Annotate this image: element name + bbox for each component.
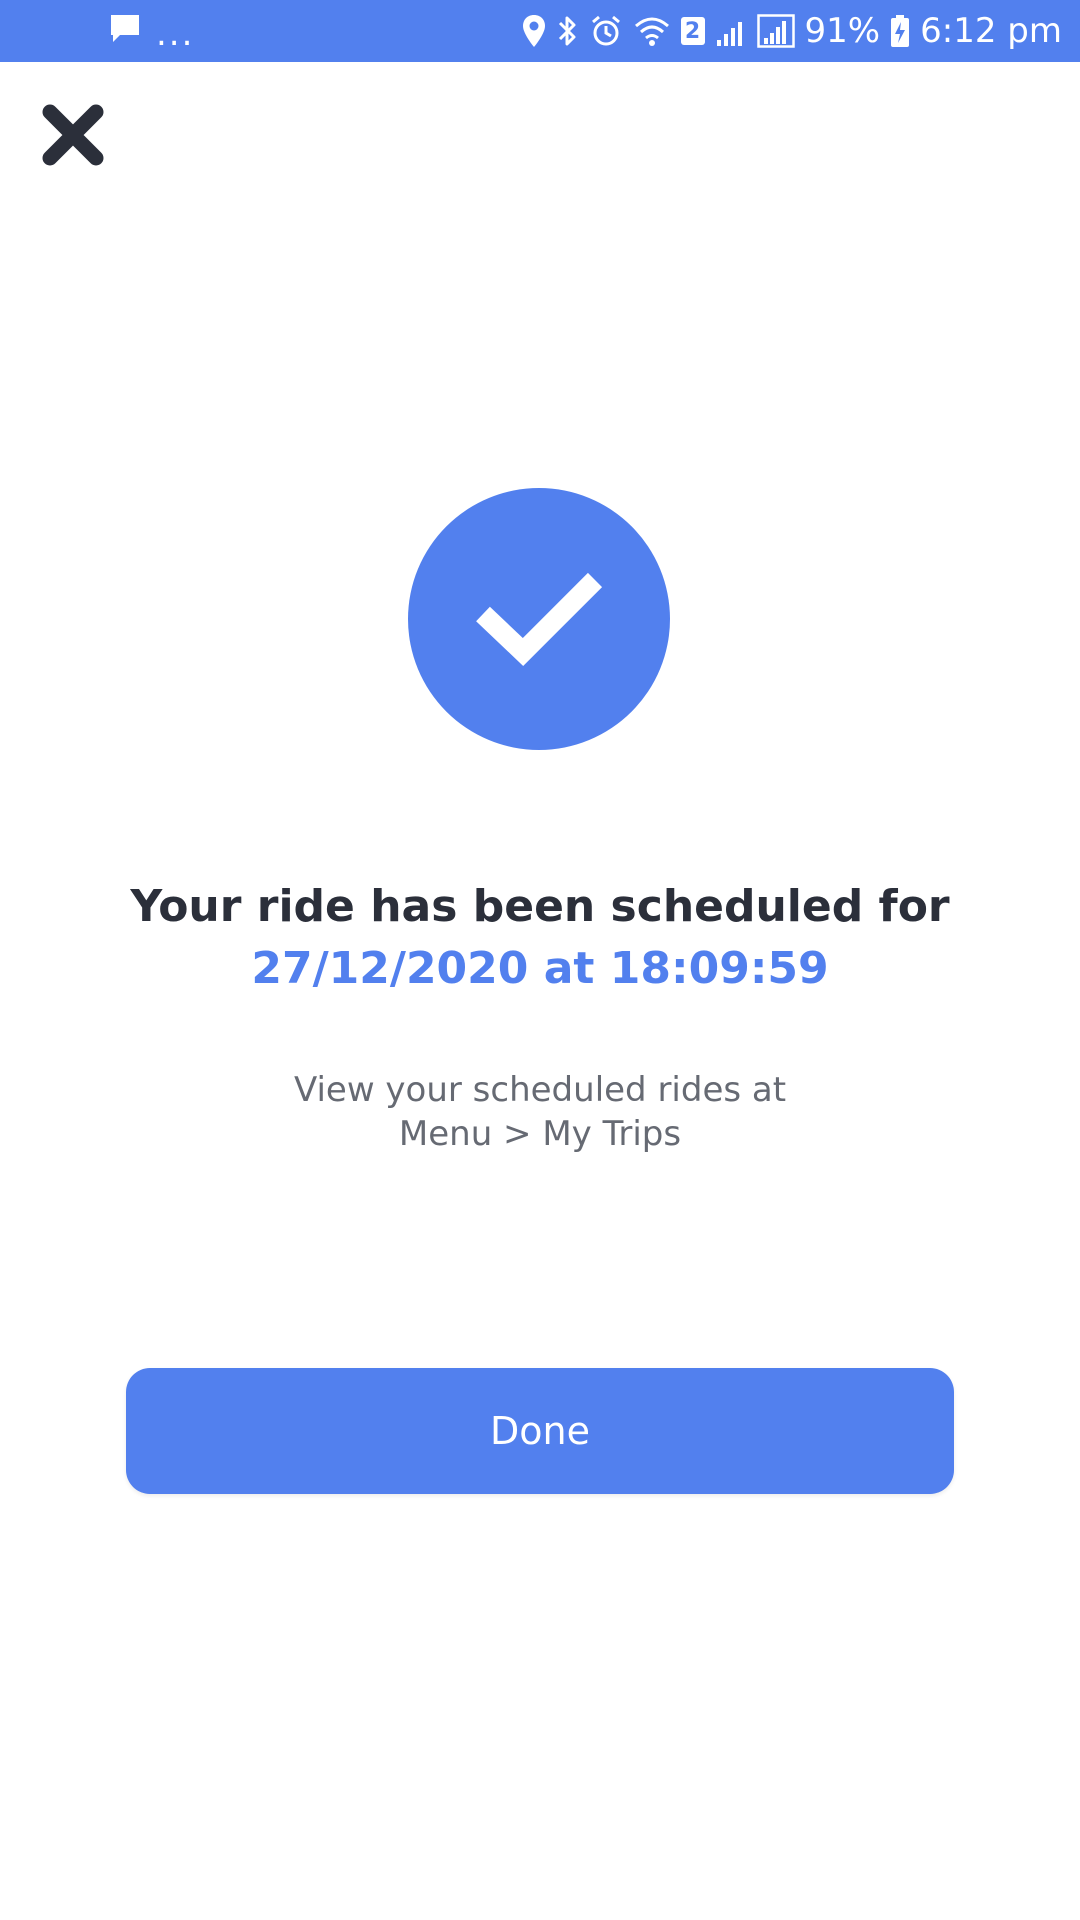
status-bar: ... 2 91% 6:12 pm (0, 0, 1080, 62)
done-button[interactable]: Done (126, 1368, 954, 1494)
info-text-line-2: Menu > My Trips (398, 1114, 682, 1154)
location-icon (521, 14, 547, 48)
chat-bubble-icon (108, 13, 142, 49)
close-icon (40, 102, 106, 172)
success-indicator (408, 488, 670, 750)
scheduled-datetime: 27/12/2020 at 18:09:59 (251, 943, 829, 994)
battery-percent: 91% (804, 11, 881, 51)
bluetooth-icon (557, 14, 579, 48)
signal-icon (715, 14, 747, 48)
done-button-label: Done (490, 1409, 590, 1453)
status-bar-right: 2 91% 6:12 pm (521, 0, 1062, 62)
alarm-icon (589, 14, 623, 48)
wifi-icon (633, 14, 671, 48)
close-button[interactable] (36, 100, 110, 174)
signal-icon (756, 14, 795, 48)
checkmark-icon (469, 562, 609, 676)
info-text-line-1: View your scheduled rides at (293, 1070, 787, 1110)
notification-overflow: ... (156, 14, 195, 54)
sim-badge: 2 (680, 17, 705, 45)
battery-charging-icon (890, 14, 910, 48)
clock: 6:12 pm (920, 11, 1062, 51)
confirmation-title: Your ride has been scheduled for (130, 881, 950, 932)
status-bar-left: ... (108, 0, 194, 62)
